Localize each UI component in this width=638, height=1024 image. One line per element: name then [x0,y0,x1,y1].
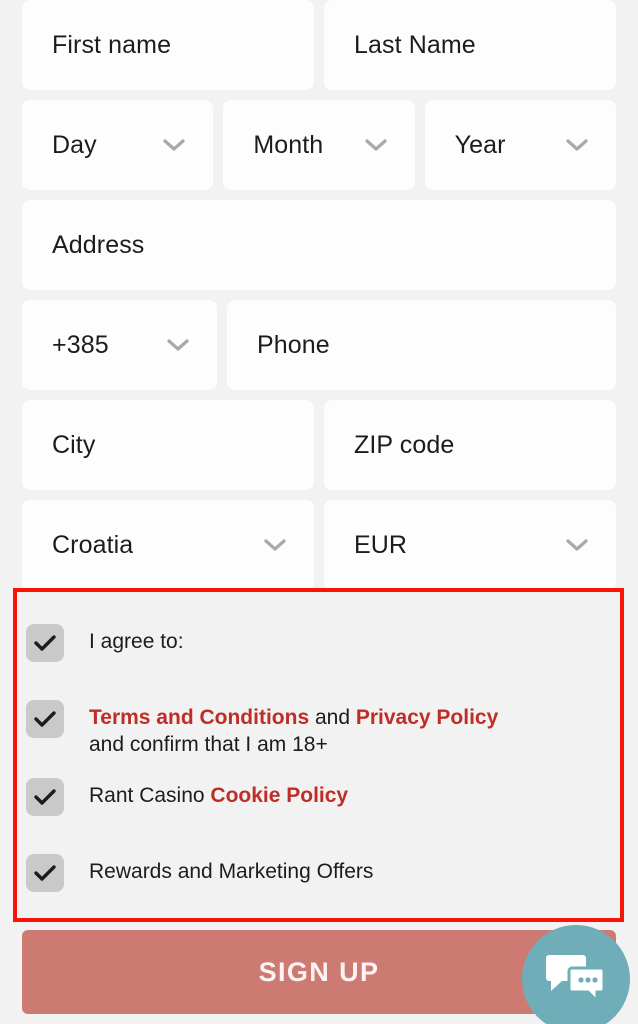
city-placeholder: City [52,430,96,459]
check-icon [34,865,56,881]
address-row: Address [0,200,638,290]
zip-code-placeholder: ZIP code [354,430,455,459]
cookie-policy-checkbox[interactable] [26,778,64,816]
chat-bubbles-icon [545,949,607,1010]
agree-to-label: I agree to: [89,630,184,653]
day-select[interactable]: Day [22,100,214,190]
check-icon [34,635,56,651]
registration-form: First name Last Name Day Month Year Addr… [0,0,638,600]
city-zip-row: City ZIP code [0,400,638,490]
terms-privacy-checkbox-row[interactable]: Terms and Conditions and Privacy Policy a… [26,694,610,770]
address-field[interactable]: Address [22,200,616,290]
chevron-down-icon [167,338,189,352]
chevron-down-icon [566,138,588,152]
last-name-field[interactable]: Last Name [324,0,616,90]
first-name-placeholder: First name [52,30,172,59]
check-icon [34,711,56,727]
year-select[interactable]: Year [424,100,616,190]
zip-code-field[interactable]: ZIP code [324,400,616,490]
terms-and-conditions-link[interactable]: Terms and Conditions [89,706,309,729]
consent-checkbox-list: I agree to: Terms and Conditions and Pri… [17,592,620,918]
month-select-value: Month [253,130,324,159]
currency-select-value: EUR [354,530,408,559]
address-placeholder: Address [52,230,145,259]
country-select[interactable]: Croatia [22,500,314,590]
chevron-down-icon [163,138,185,152]
phone-prefix-select[interactable]: +385 [22,300,217,390]
marketing-checkbox-row[interactable]: Rewards and Marketing Offers [26,848,610,924]
age-confirmation-text: and confirm that I am 18+ [89,733,328,756]
birthdate-row: Day Month Year [0,100,638,190]
signup-screen: First name Last Name Day Month Year Addr… [0,0,638,1024]
terms-privacy-conjunction: and [309,706,356,729]
country-currency-row: Croatia EUR [0,500,638,590]
agree-to-checkbox-row[interactable]: I agree to: [26,618,610,694]
phone-prefix-value: +385 [52,330,109,359]
phone-field[interactable]: Phone [227,300,616,390]
currency-select[interactable]: EUR [324,500,616,590]
first-name-field[interactable]: First name [22,0,314,90]
month-select[interactable]: Month [223,100,415,190]
phone-row: +385 Phone [0,300,638,390]
day-select-value: Day [52,130,97,159]
consent-annotation-box: I agree to: Terms and Conditions and Pri… [13,588,624,922]
chevron-down-icon [365,138,387,152]
privacy-policy-link[interactable]: Privacy Policy [356,706,498,729]
check-icon [34,789,56,805]
cookie-policy-checkbox-row[interactable]: Rant Casino Cookie Policy [26,772,610,848]
phone-placeholder: Phone [257,330,330,359]
country-select-value: Croatia [52,530,134,559]
terms-privacy-checkbox[interactable] [26,700,64,738]
cookie-policy-label: Rant Casino Cookie Policy [89,772,348,809]
last-name-placeholder: Last Name [354,30,476,59]
marketing-label: Rewards and Marketing Offers [89,860,374,883]
chat-widget-button[interactable] [522,925,630,1024]
chevron-down-icon [264,538,286,552]
chevron-down-icon [566,538,588,552]
name-row: First name Last Name [0,0,638,90]
marketing-checkbox[interactable] [26,854,64,892]
terms-privacy-label: Terms and Conditions and Privacy Policy a… [89,694,498,758]
cookie-policy-prefix: Rant Casino [89,784,211,807]
cookie-policy-link[interactable]: Cookie Policy [210,784,348,807]
year-select-value: Year [454,130,506,159]
sign-up-button-label: SIGN UP [258,956,380,987]
city-field[interactable]: City [22,400,314,490]
agree-to-checkbox[interactable] [26,624,64,662]
